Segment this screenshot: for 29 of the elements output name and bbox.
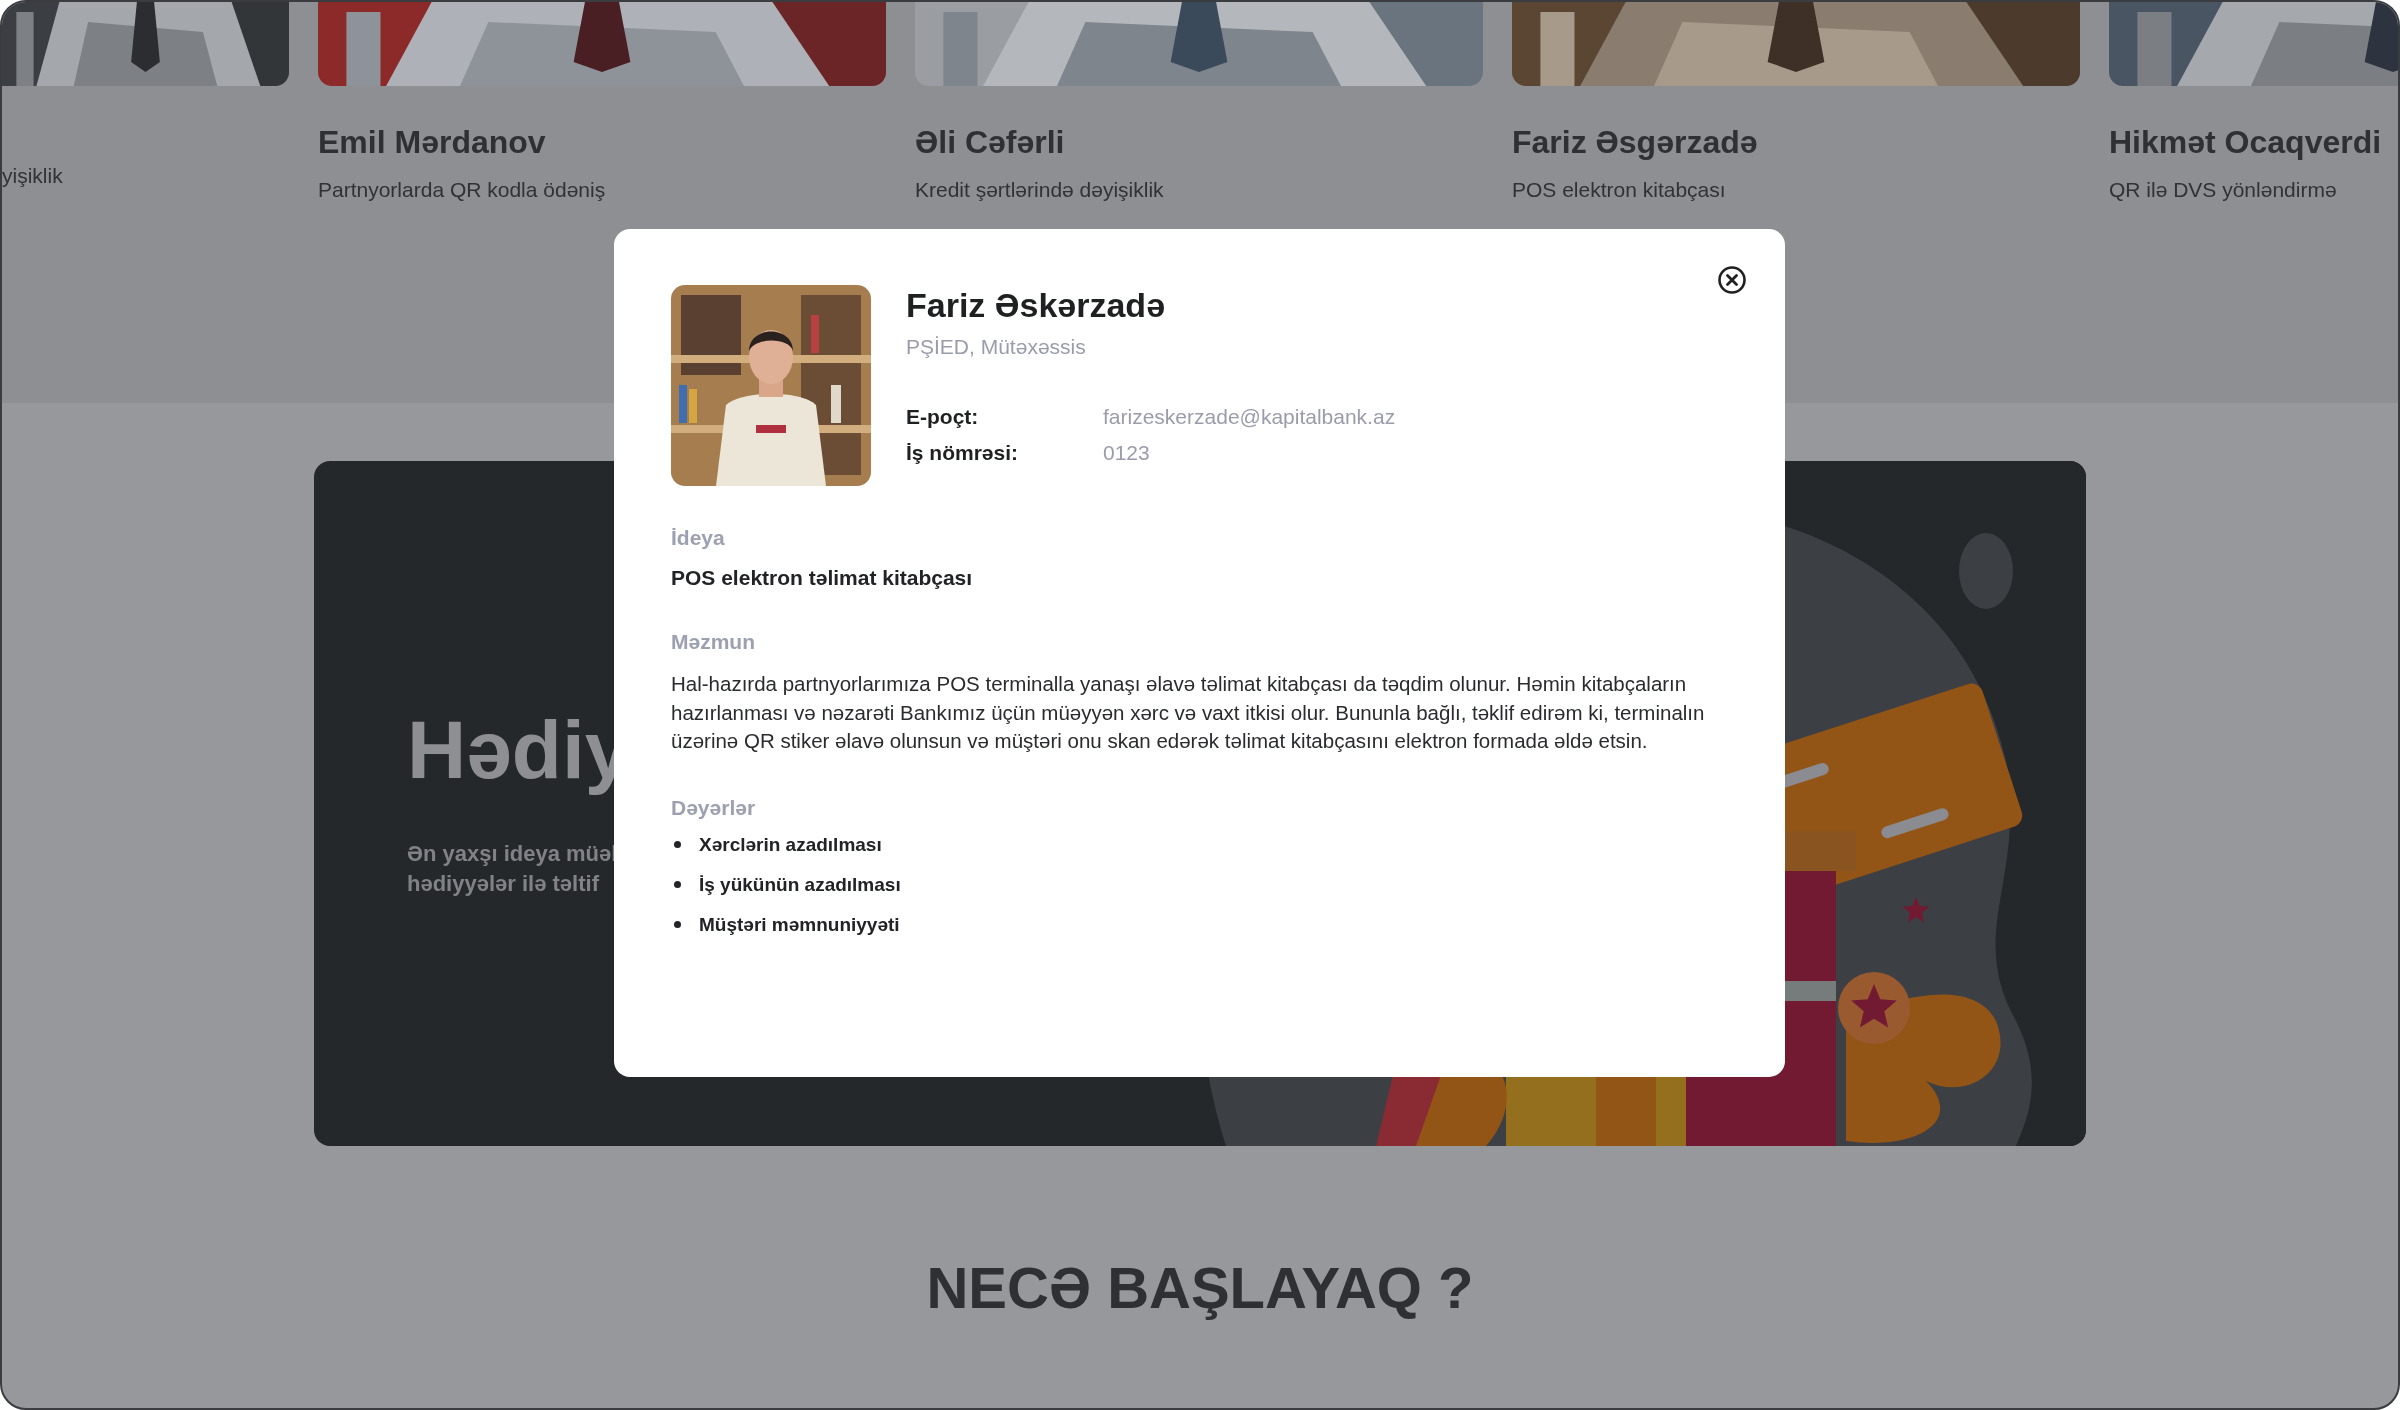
person-name[interactable]: Fariz Əsgərzadə: [1512, 122, 2080, 162]
bullet-icon: [674, 921, 681, 928]
idea-subtitle: Kredit şərtlərində dəyişiklik: [915, 177, 1165, 203]
field-value: farizeskerzade@kapitalbank.az: [1103, 405, 1396, 429]
idea-subtitle: POS elektron kitabçası: [1512, 177, 1727, 203]
field-label: İş nömrəsi:: [906, 441, 1020, 465]
idea-title: POS elektron təlimat kitabçası: [671, 566, 974, 590]
close-button[interactable]: [1717, 265, 1747, 295]
person-name[interactable]: Emil Mərdanov: [318, 122, 886, 162]
person-name: Fariz Əskərzadə: [906, 285, 1167, 325]
description-paragraph: Hal-hazırda partnyorlarımıza POS terminalla yanaşı əlavə təlimat kitabçası da təqdim olunur. Həmin kitabçaların hazırlanması və nəzarəti Bankımız üçün müəyyən xərc və vaxt itkisi olur. Bununla bağlı, təklif edirəm ki, terminalın üzərinə QR stiker əlavə olunsun və müştəri onu skan edərək təlimat kitabçasını elektron formada əldə etsin.: [671, 671, 1706, 754]
idea-subtitle: Partnyorlarda QR kodla ödəniş: [318, 177, 607, 203]
list-item: Müştəri məmnuniyyəti: [699, 913, 900, 936]
person-name[interactable]: Hikmət Ocaqverdi: [2109, 122, 2398, 162]
section-heading: İdeya: [671, 526, 726, 550]
field-value: 0123: [1103, 441, 1151, 465]
section-heading: Dəyərlər: [671, 795, 757, 820]
person-role: PŞİED, Mütəxəssis: [906, 335, 1087, 359]
idea-subtitle: yişiklik: [2, 163, 64, 189]
field-label: E-poçt:: [906, 405, 980, 429]
list-item: Xərclərin azadılması: [699, 833, 882, 856]
bullet-icon: [674, 841, 681, 848]
section-heading: Məzmun: [671, 630, 756, 654]
list-item: İş yükünün azadılması: [699, 873, 901, 896]
person-name[interactable]: Əli Cəfərli: [915, 122, 1483, 162]
idea-subtitle: QR ilə DVS yönləndirmə: [2109, 177, 2338, 203]
banner-text: hədiyyələr ilə təltif: [407, 869, 600, 898]
bullet-icon: [674, 881, 681, 888]
section-title: NECƏ BAŞLAYAQ ?: [926, 1255, 1474, 1320]
